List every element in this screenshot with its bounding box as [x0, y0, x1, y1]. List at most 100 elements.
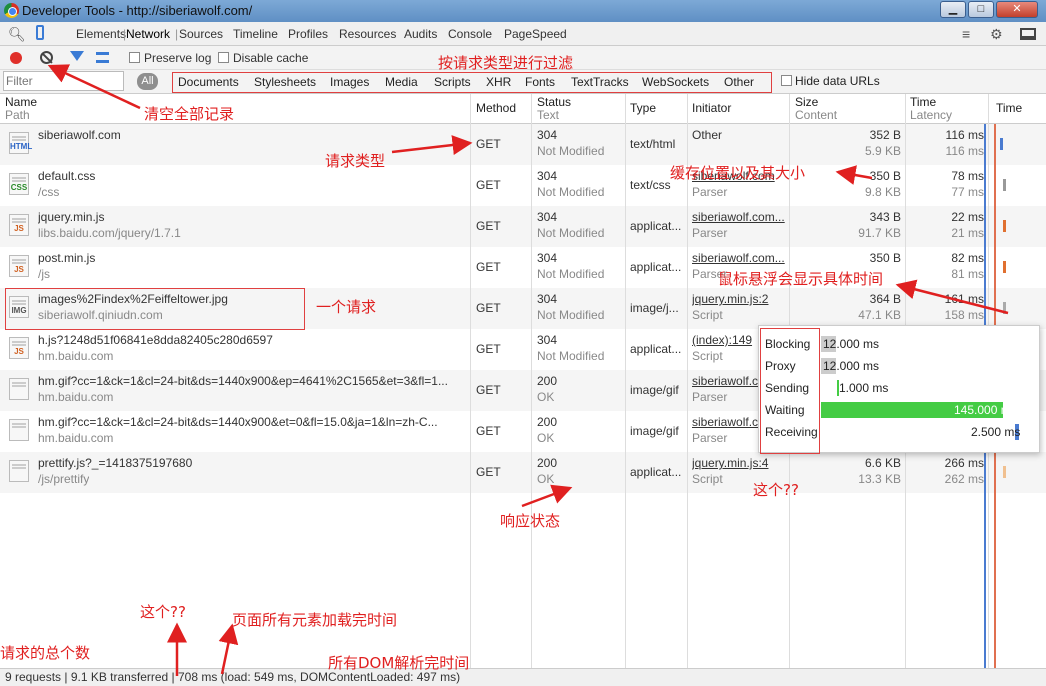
request-status-text: Not Modified	[537, 308, 605, 322]
request-type: applicat...	[630, 465, 682, 479]
request-content-size: 13.3 KB	[858, 472, 901, 486]
file-type-icon: JS	[9, 214, 29, 236]
request-name[interactable]: prettify.js?_=1418375197680	[38, 456, 463, 470]
request-name[interactable]: post.min.js	[38, 251, 463, 265]
request-path: /js	[38, 267, 50, 281]
col-type[interactable]: Type	[630, 101, 656, 115]
filter-icon[interactable]	[70, 51, 84, 61]
file-type-icon: CSS	[9, 173, 29, 195]
request-status: 304	[537, 251, 558, 265]
table-row[interactable]: post.min.js/js GET 304 Not Modified applicat…	[0, 247, 1046, 288]
request-size: 352 B	[869, 128, 901, 142]
request-latency: 77 ms	[951, 185, 984, 199]
request-type: applicat...	[630, 342, 682, 356]
filter-all-button[interactable]: All	[137, 73, 158, 90]
request-status: 200	[537, 456, 558, 470]
timeline-bar	[1000, 138, 1003, 150]
request-path: libs.baidu.com/jquery/1.7.1	[38, 226, 181, 240]
request-initiator[interactable]: jquery.min.js:2	[692, 292, 786, 306]
request-name[interactable]: hm.gif?cc=1&ck=1&cl=24-bit&ds=1440x900&e…	[38, 415, 463, 429]
tab-resources[interactable]: Resources	[339, 27, 396, 41]
request-status-text: OK	[537, 472, 555, 486]
close-button[interactable]: ✕	[996, 1, 1038, 18]
status-bar: 9 requests | 9.1 KB transferred | 708 ms…	[0, 668, 1046, 686]
table-row[interactable]: default.css/css GET 304 Not Modified text/cs…	[0, 165, 1046, 206]
large-rows-icon[interactable]	[96, 52, 109, 63]
request-type: image/gif	[630, 383, 679, 397]
preserve-log-label: Preserve log	[144, 51, 212, 65]
request-method: GET	[476, 260, 501, 274]
maximize-button[interactable]: □	[968, 1, 994, 18]
request-name[interactable]: hm.gif?cc=1&ck=1&cl=24-bit&ds=1440x900&e…	[38, 374, 463, 388]
table-row[interactable]: prettify.js?_=1418375197680/js/prettify G…	[0, 452, 1046, 493]
dock-icon[interactable]	[1020, 28, 1036, 40]
request-initiator[interactable]: siberiawolf.com...	[692, 251, 786, 265]
tab-network[interactable]: Network	[126, 27, 170, 41]
request-latency: 81 ms	[951, 267, 984, 281]
col-status[interactable]: Status	[537, 95, 571, 109]
timing-value: 2.500 ms	[971, 425, 1021, 439]
request-time: 116 ms	[945, 128, 984, 142]
col-content[interactable]: Content	[795, 108, 837, 122]
request-status: 304	[537, 333, 558, 347]
request-initiator[interactable]: jquery.min.js:4	[692, 456, 786, 470]
request-method: GET	[476, 465, 501, 479]
col-path[interactable]: Path	[5, 108, 30, 122]
hide-data-urls-checkbox[interactable]	[781, 75, 792, 86]
col-timeline[interactable]: Time	[996, 101, 1022, 115]
request-initiator-type: Parser	[692, 185, 728, 199]
minimize-button[interactable]: ▁	[940, 1, 966, 18]
request-name[interactable]: jquery.min.js	[38, 210, 463, 224]
annotation-what-this-2: 这个??	[140, 603, 186, 621]
request-status-text: OK	[537, 390, 555, 404]
gear-icon[interactable]: ⚙	[990, 26, 1003, 43]
clear-button[interactable]	[40, 51, 53, 64]
request-status-text: Not Modified	[537, 267, 605, 281]
request-type: image/j...	[630, 301, 679, 315]
col-time[interactable]: Time	[910, 95, 936, 109]
tab-timeline[interactable]: Timeline	[233, 27, 278, 41]
request-type: image/gif	[630, 424, 679, 438]
request-initiator[interactable]: siberiawolf.com...	[692, 210, 786, 224]
request-latency: 158 ms	[944, 308, 984, 322]
col-text[interactable]: Text	[537, 108, 559, 122]
tab-audits[interactable]: Audits	[404, 27, 437, 41]
tab-pagespeed[interactable]: PageSpeed	[504, 27, 567, 41]
file-type-icon	[9, 378, 29, 400]
request-initiator-type: Script	[692, 308, 723, 322]
request-type: applicat...	[630, 219, 682, 233]
request-name[interactable]: siberiawolf.com	[38, 128, 463, 142]
request-name[interactable]: h.js?1248d51f06841e8dda82405c280d6597	[38, 333, 463, 347]
col-size[interactable]: Size	[795, 95, 818, 109]
request-type: text/html	[630, 137, 676, 151]
col-method[interactable]: Method	[476, 101, 516, 115]
request-path: /js/prettify	[38, 472, 90, 486]
disable-cache-checkbox[interactable]	[218, 52, 229, 63]
table-row[interactable]: siberiawolf.com GET 304 Not Modified text/ht…	[0, 124, 1046, 165]
request-latency: 21 ms	[951, 226, 984, 240]
request-name[interactable]: default.css	[38, 169, 463, 183]
record-button[interactable]	[10, 52, 22, 64]
request-content-size: 91.7 KB	[858, 226, 901, 240]
timeline-bar	[1003, 179, 1006, 191]
request-size: 343 B	[869, 210, 901, 224]
table-row[interactable]: jquery.min.js libs.baidu.com/jquery/1.7.1…	[0, 206, 1046, 247]
preserve-log-checkbox[interactable]	[129, 52, 140, 63]
device-icon[interactable]	[36, 25, 44, 40]
drawer-icon[interactable]: ≡	[962, 26, 970, 42]
col-name[interactable]: Name	[5, 95, 37, 109]
tab-console[interactable]: Console	[448, 27, 492, 41]
col-latency[interactable]: Latency	[910, 108, 952, 122]
annotation-request-type: 请求类型	[325, 152, 386, 170]
request-time: 78 ms	[951, 169, 984, 183]
tab-elements[interactable]: Elements	[76, 27, 126, 41]
filter-input[interactable]	[3, 71, 124, 91]
file-type-icon	[9, 460, 29, 482]
tab-sources[interactable]: Sources	[179, 27, 223, 41]
request-initiator[interactable]: Other	[692, 128, 786, 142]
request-size: 350 B	[869, 169, 901, 183]
search-icon[interactable]: 🔍︎	[8, 26, 26, 43]
tab-profiles[interactable]: Profiles	[288, 27, 328, 41]
timing-labels-highlight	[760, 328, 820, 454]
col-initiator[interactable]: Initiator	[692, 101, 731, 115]
